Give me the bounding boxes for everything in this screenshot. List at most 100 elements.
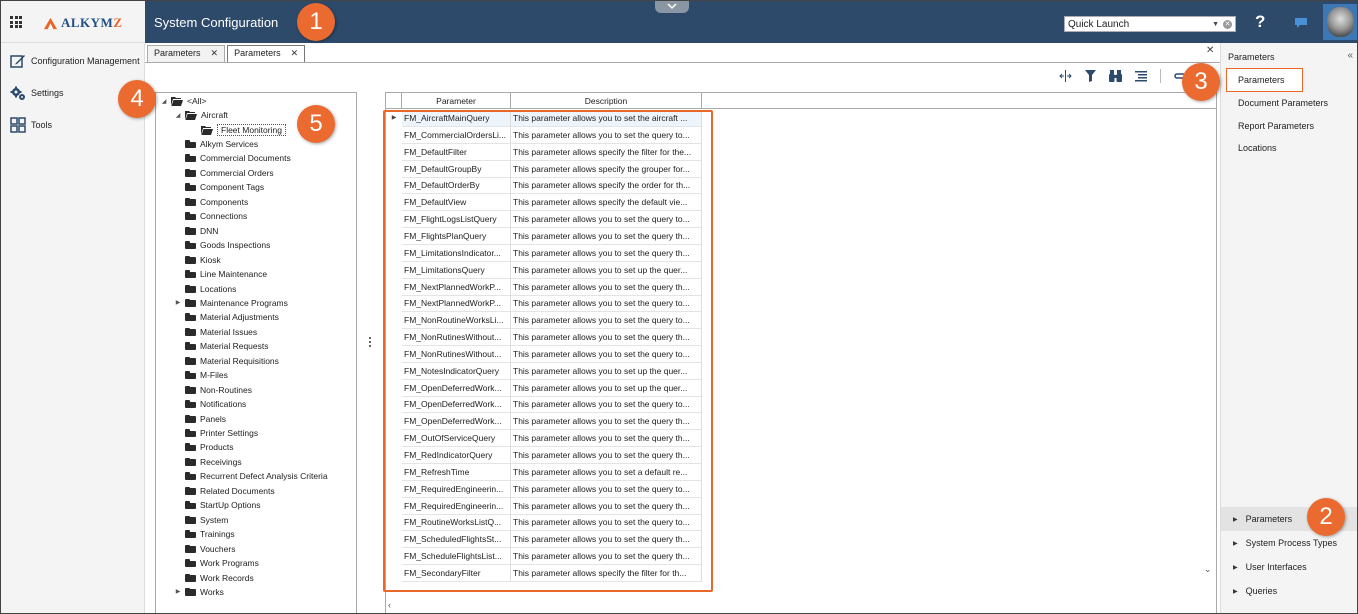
nav-item-configuration-management[interactable]: Configuration Management (10, 53, 140, 69)
column-header-parameter[interactable]: Parameter (402, 93, 511, 109)
chat-icon[interactable] (1294, 17, 1308, 29)
section-label: Queries (1245, 586, 1278, 596)
tree-node-label: <All> (187, 96, 207, 106)
tree-node[interactable]: M-Files (175, 370, 228, 380)
nav-item-settings[interactable]: Settings (10, 85, 64, 101)
right-panel-item-document-parameters[interactable]: Document Parameters (1238, 98, 1328, 108)
folder-icon (185, 241, 196, 250)
close-icon[interactable]: ✕ (1206, 45, 1214, 56)
tree-node[interactable]: Printer Settings (175, 428, 258, 438)
help-icon[interactable]: ? (1255, 12, 1265, 32)
tree-node[interactable]: System (175, 515, 228, 525)
tree-node[interactable]: Locations (175, 284, 236, 294)
section-user-interfaces[interactable]: ▶ User Interfaces (1221, 555, 1357, 579)
tree-node[interactable]: Kiosk (175, 255, 221, 265)
tree-node[interactable]: Goods Inspections (175, 240, 270, 250)
scroll-left-icon[interactable]: ‹ (388, 600, 391, 610)
quick-launch-input[interactable] (1065, 17, 1205, 31)
tree-node[interactable]: Commercial Documents (175, 153, 291, 163)
avatar-photo (1327, 7, 1354, 37)
tree-node-label: Fleet Monitoring (217, 124, 286, 136)
tree-node[interactable]: ▶ Works (175, 587, 224, 597)
callout-badge-4: 4 (118, 80, 156, 118)
column-header-description[interactable]: Description (511, 93, 702, 109)
tree-node-fleet-monitoring[interactable]: Fleet Monitoring (201, 124, 286, 136)
folder-icon (185, 573, 196, 582)
tree-node-label: Material Issues (200, 326, 258, 337)
section-queries[interactable]: ▶ Queries (1221, 579, 1357, 603)
tree-node[interactable]: Material Issues (175, 327, 257, 337)
tree-node[interactable]: Notifications (175, 399, 246, 409)
expand-arrow-icon[interactable]: ▶ (175, 588, 181, 595)
expand-arrow-icon: ▶ (1233, 516, 1238, 523)
alkymz-logo[interactable]: ALKYMZ (43, 13, 123, 33)
collapse-arrow-icon[interactable]: ◢ (161, 98, 167, 105)
close-icon[interactable]: ✕ (291, 48, 299, 59)
header-collapse-toggle[interactable] (655, 1, 689, 13)
right-panel-item-parameters[interactable]: Parameters (1226, 68, 1303, 92)
tree-node-label: Goods Inspections (200, 240, 271, 251)
column-chooser-icon[interactable] (1059, 70, 1072, 82)
tree-node-label: Receivings (200, 456, 242, 467)
right-panel-item-report-parameters[interactable]: Report Parameters (1238, 121, 1314, 131)
tree-node[interactable]: Component Tags (175, 182, 264, 192)
tree-node[interactable]: StartUp Options (175, 500, 260, 510)
list-options-icon[interactable] (1135, 70, 1147, 82)
tree-node-label: Aircraft (201, 110, 228, 120)
scroll-down-icon[interactable]: ⌄ (1204, 564, 1212, 575)
folder-icon (185, 486, 196, 495)
tree-node-all[interactable]: ◢ <All> (161, 96, 207, 106)
tree-node[interactable]: Work Records (175, 573, 254, 583)
expand-arrow-icon[interactable]: ▶ (175, 299, 181, 306)
filter-icon[interactable] (1085, 70, 1096, 82)
tree-node[interactable]: Connections (175, 211, 247, 221)
tab-parameters-2[interactable]: Parameters ✕ (227, 45, 306, 62)
tree-node[interactable]: Related Documents (175, 486, 275, 496)
dropdown-caret-icon[interactable]: ▼ (1212, 21, 1219, 28)
expand-arrow-icon: ▶ (1233, 564, 1238, 571)
tree-node[interactable]: Recurrent Defect Analysis Criteria (175, 471, 328, 481)
app-launcher-icon[interactable] (10, 16, 22, 28)
panel-splitter-handle[interactable] (369, 337, 371, 349)
tree-node-label: System (200, 514, 229, 525)
collapse-arrow-icon[interactable]: ◢ (175, 112, 181, 119)
folder-icon (185, 356, 196, 365)
tree-node-aircraft[interactable]: ◢ Aircraft (175, 110, 228, 120)
avatar[interactable] (1323, 4, 1357, 40)
tree-node[interactable]: Products (175, 442, 234, 452)
tab-label: Parameters (234, 48, 281, 58)
right-panel-item-locations[interactable]: Locations (1238, 143, 1277, 153)
tree-node-label: Commercial Documents (200, 153, 291, 164)
tree-node[interactable]: Receivings (175, 457, 242, 467)
tree-node[interactable]: Material Requisitions (175, 356, 279, 366)
tree-node[interactable]: Line Maintenance (175, 269, 267, 279)
row-indicator-header (386, 93, 402, 109)
tree-node[interactable]: Trainings (175, 529, 235, 539)
close-icon[interactable]: ✕ (211, 48, 219, 59)
find-binoculars-icon[interactable] (1109, 70, 1122, 82)
tree-node[interactable]: Vouchers (175, 544, 235, 554)
tab-parameters-1[interactable]: Parameters ✕ (147, 45, 226, 62)
tree-node[interactable]: ▶ Maintenance Programs (175, 298, 288, 308)
double-chevron-left-icon[interactable]: « (1347, 50, 1353, 61)
tree-node-label: Material Adjustments (200, 312, 279, 323)
clear-icon[interactable]: ✕ (1223, 20, 1232, 29)
folder-icon (185, 429, 196, 437)
folder-icon (185, 226, 196, 235)
tree-node[interactable]: Non-Routines (175, 385, 252, 395)
tree-node[interactable]: Material Adjustments (175, 312, 279, 322)
tree-node[interactable]: Work Programs (175, 558, 259, 568)
tree-node[interactable]: Commercial Orders (175, 168, 274, 178)
document-tabs: Parameters ✕ Parameters ✕ (147, 45, 306, 62)
nav-item-label: Settings (31, 88, 64, 98)
tree-node-label: Products (200, 442, 234, 453)
quick-launch-combo[interactable]: ▼ ✕ (1064, 16, 1236, 32)
tree-node[interactable]: Material Requests (175, 341, 269, 351)
tree-node[interactable]: Components (175, 197, 248, 207)
tree-node[interactable]: Alkym Services (175, 139, 258, 149)
section-system-process-types[interactable]: ▶ System Process Types (1221, 531, 1357, 555)
tree-node-label: Notifications (200, 399, 247, 410)
tree-node[interactable]: DNN (175, 226, 218, 236)
nav-item-tools[interactable]: Tools (10, 117, 52, 133)
tree-node[interactable]: Panels (175, 414, 226, 424)
